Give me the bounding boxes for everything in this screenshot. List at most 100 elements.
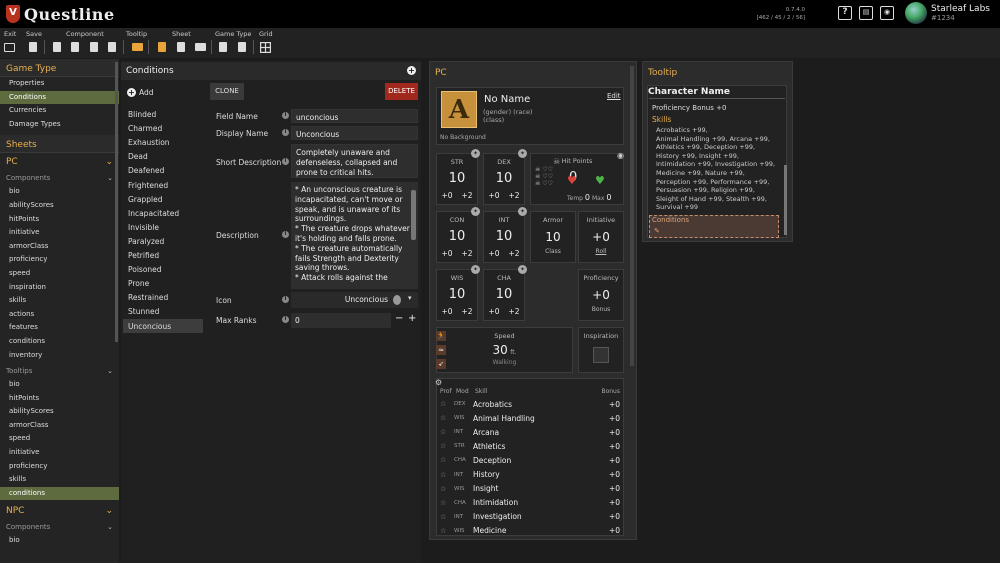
pc-component-armorclass[interactable]: armorClass xyxy=(0,240,119,254)
app-logo[interactable]: V Questline xyxy=(6,4,115,24)
death-saves-icon[interactable]: ☠ ♡♡ ☠ ♡♡ ☠ ♡♡ xyxy=(535,166,553,187)
info-icon[interactable]: i xyxy=(282,112,289,119)
star-icon[interactable]: ✦ xyxy=(518,265,527,274)
star-outline-icon[interactable]: ☆ xyxy=(440,499,454,507)
pc-tooltip-abilityscores[interactable]: abilityScores xyxy=(0,405,119,419)
pc-components-heading[interactable]: Components ⌄ xyxy=(0,171,119,185)
star-icon[interactable]: ✦ xyxy=(471,265,480,274)
skill-row-insight[interactable]: ☆ WIS Insight +0 xyxy=(440,482,620,496)
notebook-icon[interactable]: ▤ xyxy=(859,6,873,20)
chevron-down-icon[interactable]: ⌄ xyxy=(105,157,113,167)
pc-component-bio[interactable]: bio xyxy=(0,185,119,199)
heal-heart-icon[interactable]: ♥ xyxy=(595,174,605,187)
pc-sheet-scrollbar[interactable] xyxy=(630,66,634,366)
skill-row-investigation[interactable]: ☆ INT Investigation +0 xyxy=(440,510,620,524)
game-type-item-conditions[interactable]: Conditions xyxy=(0,90,119,105)
condition-item-stunned[interactable]: Stunned xyxy=(123,304,203,318)
info-icon[interactable]: i xyxy=(282,158,289,165)
edit-bio-link[interactable]: Edit xyxy=(607,92,621,100)
inspiration-card[interactable]: Inspiration xyxy=(578,327,624,373)
game-type-file-icon[interactable] xyxy=(217,41,229,53)
condition-item-blinded[interactable]: Blinded xyxy=(123,107,203,121)
condition-item-paralyzed[interactable]: Paralyzed xyxy=(123,234,203,248)
description-textarea[interactable]: * An unconscious creature is incapacitat… xyxy=(291,182,418,289)
ability-card-str[interactable]: STR 10 +0 +2 xyxy=(436,153,478,205)
display-name-input[interactable]: Unconcious xyxy=(291,126,418,140)
pc-tooltip-proficiency[interactable]: proficiency xyxy=(0,460,119,474)
walk-icon[interactable]: 🏃 xyxy=(436,331,446,341)
pc-component-features[interactable]: features xyxy=(0,321,119,335)
star-outline-icon[interactable]: ☆ xyxy=(440,428,454,436)
pc-component-proficiency[interactable]: proficiency xyxy=(0,253,119,267)
add-circle-icon[interactable]: + xyxy=(407,66,416,75)
copy-component-icon[interactable] xyxy=(69,41,81,53)
skill-row-intimidation[interactable]: ☆ CHA Intimidation +0 xyxy=(440,496,620,510)
sheet-npc[interactable]: NPC ⌄ xyxy=(0,502,119,520)
add-tooltip-icon[interactable] xyxy=(131,41,143,53)
pc-tooltip-conditions[interactable]: conditions xyxy=(0,486,119,501)
skill-row-acrobatics[interactable]: ☆ DEX Acrobatics +0 xyxy=(440,397,620,411)
hit-points-card[interactable]: Hit Points 0 Temp 0 Max 0 ♥ ♥ ☠ ♡♡ ☠ ♡♡ ☠ … xyxy=(530,153,624,205)
star-outline-icon[interactable]: ☆ xyxy=(440,456,454,464)
npc-components-heading[interactable]: Components ⌄ xyxy=(0,520,119,534)
condition-item-petrified[interactable]: Petrified xyxy=(123,248,203,262)
initiative-roll-link[interactable]: Roll xyxy=(579,248,623,255)
info-icon[interactable]: i xyxy=(282,316,289,323)
pc-component-hitpoints[interactable]: hitPoints xyxy=(0,213,119,227)
chevron-down-icon[interactable]: ⌄ xyxy=(107,367,113,375)
ability-card-wis[interactable]: WIS 10 +0 +2 xyxy=(436,269,478,321)
game-type-item-currencies[interactable]: Currencies xyxy=(0,104,119,118)
condition-item-prone[interactable]: Prone xyxy=(123,276,203,290)
game-type-copy-icon[interactable] xyxy=(236,41,248,53)
skill-row-animal-handling[interactable]: ☆ WIS Animal Handling +0 xyxy=(440,411,620,425)
armor-class-card[interactable]: Armor 10 Class xyxy=(530,211,576,263)
user-menu[interactable]: Starleaf Labs #1234 xyxy=(905,2,990,24)
minus-icon[interactable]: − xyxy=(395,313,403,324)
chevron-down-icon[interactable]: ⌄ xyxy=(105,506,113,516)
pc-tooltip-bio[interactable]: bio xyxy=(0,378,119,392)
info-icon[interactable]: i xyxy=(282,129,289,136)
chevron-down-icon[interactable]: ⌄ xyxy=(107,174,113,182)
copy-sheet-icon[interactable] xyxy=(175,41,187,53)
discord-icon[interactable]: ◉ xyxy=(880,6,894,20)
exit-icon[interactable] xyxy=(3,41,15,53)
initiative-card[interactable]: Initiative +0 Roll xyxy=(578,211,624,263)
pc-component-speed[interactable]: speed xyxy=(0,267,119,281)
field-name-input[interactable]: unconcious xyxy=(291,109,418,123)
chevron-down-icon[interactable]: ⌄ xyxy=(107,523,113,531)
pc-component-inspiration[interactable]: inspiration xyxy=(0,281,119,295)
condition-item-unconcious[interactable]: Unconcious xyxy=(123,318,203,333)
condition-item-restrained[interactable]: Restrained xyxy=(123,290,203,304)
star-outline-icon[interactable]: ☆ xyxy=(440,400,454,408)
star-icon[interactable]: ✦ xyxy=(471,149,480,158)
proficiency-card[interactable]: Proficiency +0 Bonus xyxy=(578,269,624,321)
ability-card-con[interactable]: CON 10 +0 +2 xyxy=(436,211,478,263)
star-icon[interactable]: ✦ xyxy=(518,207,527,216)
eye-icon[interactable]: ◉ xyxy=(617,151,624,160)
new-component-icon[interactable] xyxy=(51,41,63,53)
pc-tooltips-heading[interactable]: Tooltips ⌄ xyxy=(0,364,119,378)
save-icon[interactable] xyxy=(27,41,39,53)
star-outline-icon[interactable]: ☆ xyxy=(440,442,454,450)
sidebar-scrollbar[interactable] xyxy=(115,62,118,342)
chevron-down-icon[interactable]: ▾ xyxy=(408,294,412,302)
speed-card[interactable]: Speed 30 ft. Walking xyxy=(436,327,573,373)
condition-item-incapacitated[interactable]: Incapacitated xyxy=(123,206,203,220)
delete-button[interactable]: DELETE xyxy=(385,83,418,100)
max-ranks-input[interactable]: 0 xyxy=(291,313,391,328)
info-icon[interactable]: i xyxy=(282,296,289,303)
pc-component-initiative[interactable]: initiative xyxy=(0,226,119,240)
grid-icon[interactable] xyxy=(259,41,271,53)
swim-icon[interactable]: ≈ xyxy=(436,345,446,355)
inspiration-checkbox[interactable] xyxy=(593,347,609,363)
fly-icon[interactable]: ➶ xyxy=(436,359,446,369)
condition-item-charmed[interactable]: Charmed xyxy=(123,121,203,135)
skill-row-medicine[interactable]: ☆ WIS Medicine +0 xyxy=(440,524,620,538)
npc-component-bio[interactable]: bio xyxy=(0,534,119,548)
ability-card-cha[interactable]: CHA 10 +0 +2 xyxy=(483,269,525,321)
condition-item-deafened[interactable]: Deafened xyxy=(123,163,203,177)
star-outline-icon[interactable]: ☆ xyxy=(440,414,454,422)
pc-component-skills[interactable]: skills xyxy=(0,294,119,308)
tooltip-scrollbar[interactable] xyxy=(784,165,787,235)
help-icon[interactable]: ? xyxy=(838,6,852,20)
